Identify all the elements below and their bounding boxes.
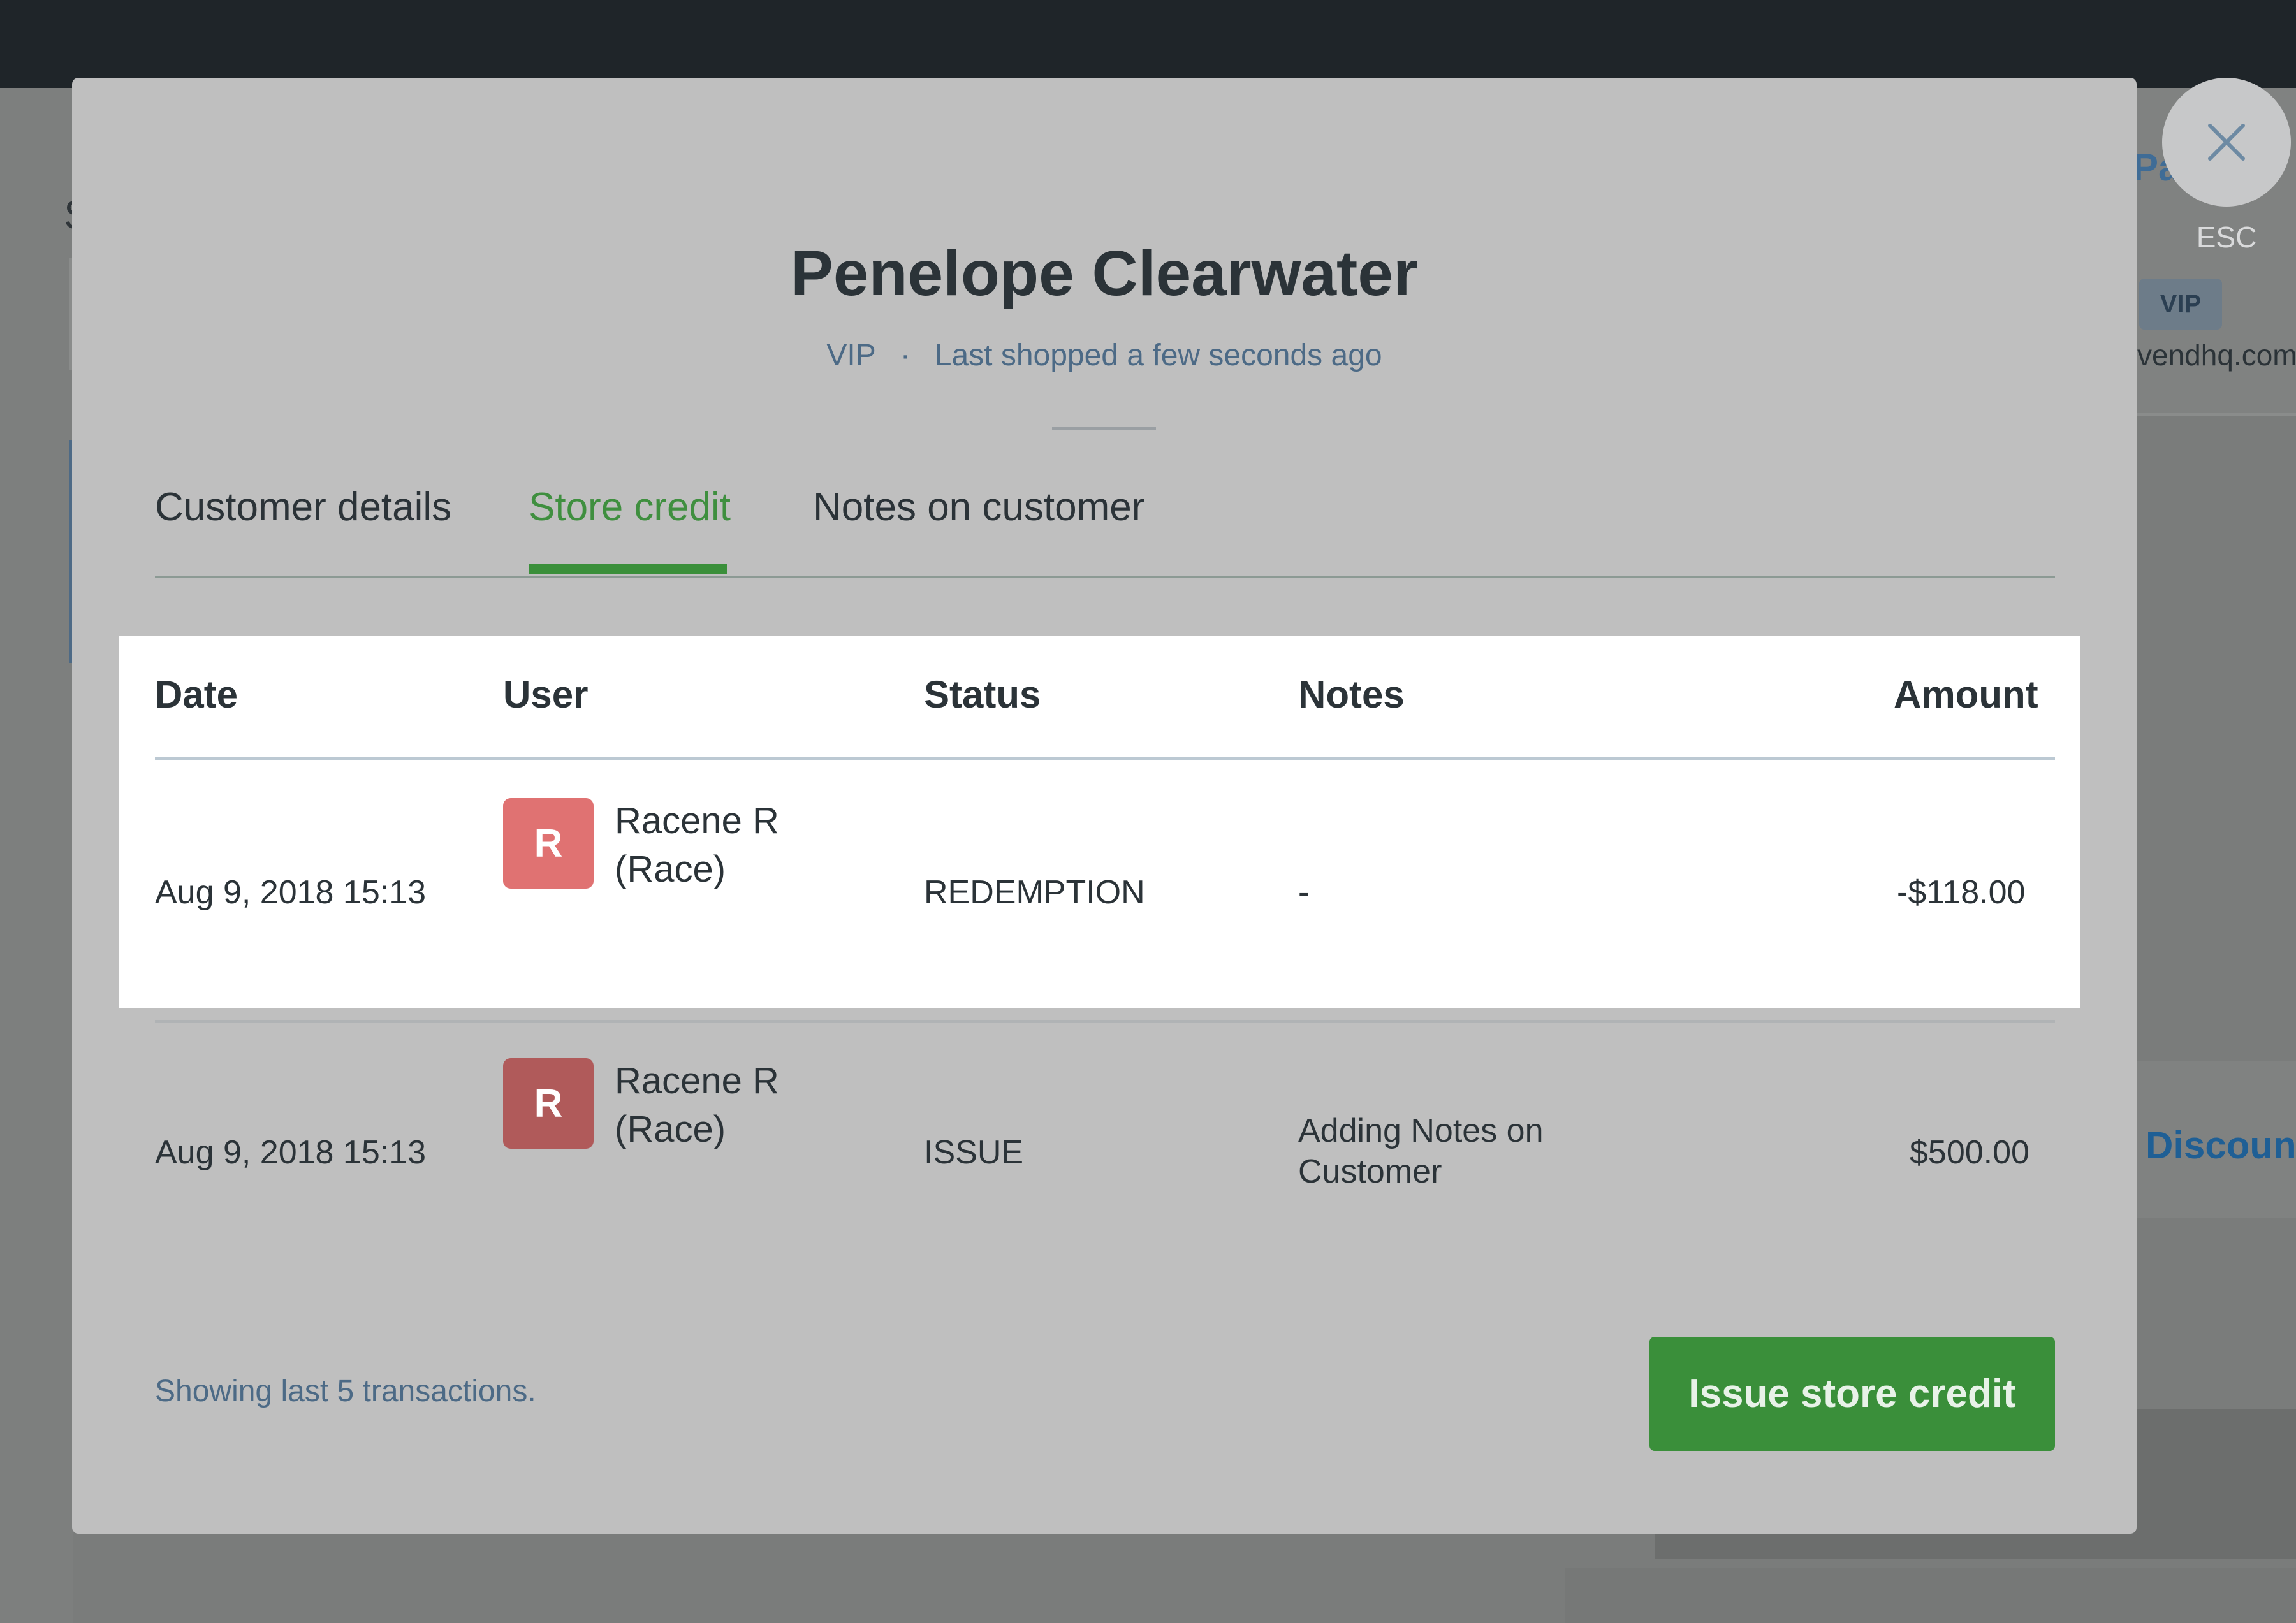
column-header-user: User [503,673,589,716]
tab-bar: Customer details Store credit Notes on c… [155,484,2055,578]
background-page-left [0,88,73,1623]
user-name: Racene R (Race) [615,1057,882,1154]
row-divider [155,1020,2055,1023]
user-alias: (Race) [615,1109,726,1150]
last-shopped-label: Last shopped a few seconds ago [934,338,1382,372]
background-footer-strip [1565,1568,2296,1623]
tab-customer-details[interactable]: Customer details [155,484,451,530]
issue-store-credit-button[interactable]: Issue store credit [1649,1337,2055,1451]
background-vip-badge: VIP [2139,279,2222,330]
transactions-count-note: Showing last 5 transactions. [155,1374,536,1408]
top-navigation-bar [0,0,2296,88]
title-divider [1052,427,1156,430]
column-header-notes: Notes [1298,673,1405,716]
row-amount: $500.00 [1910,1134,2029,1171]
row-amount: -$118.00 [1897,874,2026,911]
close-button[interactable] [2162,78,2291,207]
table-header-divider [155,757,2055,760]
background-divider [2137,413,2296,416]
column-header-status: Status [924,673,1041,716]
esc-hint-label: ESC [2196,221,2257,254]
close-icon [2208,124,2245,161]
tab-notes-on-customer[interactable]: Notes on customer [813,484,1144,530]
user-display-name: Racene R [615,1060,779,1102]
column-header-amount: Amount [1894,673,2038,716]
row-status: REDEMPTION [924,874,1145,911]
active-tab-indicator [529,564,727,574]
customer-name-title: Penelope Clearwater [791,238,1418,309]
user-name: Racene R (Race) [615,797,882,894]
subtitle-separator: · [900,338,910,372]
user-avatar: R [503,798,594,889]
row-notes: - [1298,874,1310,911]
background-customer-email: vendhq.com [2137,338,2296,372]
row-notes-line: Customer [1298,1153,1442,1190]
highlighted-row-background [119,636,2080,1008]
row-date: Aug 9, 2018 15:13 [155,874,427,911]
background-discount-link: Discount [2146,1124,2296,1167]
tab-store-credit[interactable]: Store credit [529,484,731,530]
row-notes: Adding Notes on Customer [1298,1110,1617,1192]
user-display-name: Racene R [615,800,779,841]
customer-group-label: VIP [826,338,876,372]
row-status: ISSUE [924,1134,1024,1171]
customer-subtitle: VIP · Last shopped a few seconds ago [72,338,2137,373]
row-date: Aug 9, 2018 15:13 [155,1134,427,1171]
user-alias: (Race) [615,848,726,890]
user-avatar: R [503,1058,594,1149]
row-notes-line: Adding Notes on [1298,1112,1544,1149]
column-header-date: Date [155,673,238,716]
